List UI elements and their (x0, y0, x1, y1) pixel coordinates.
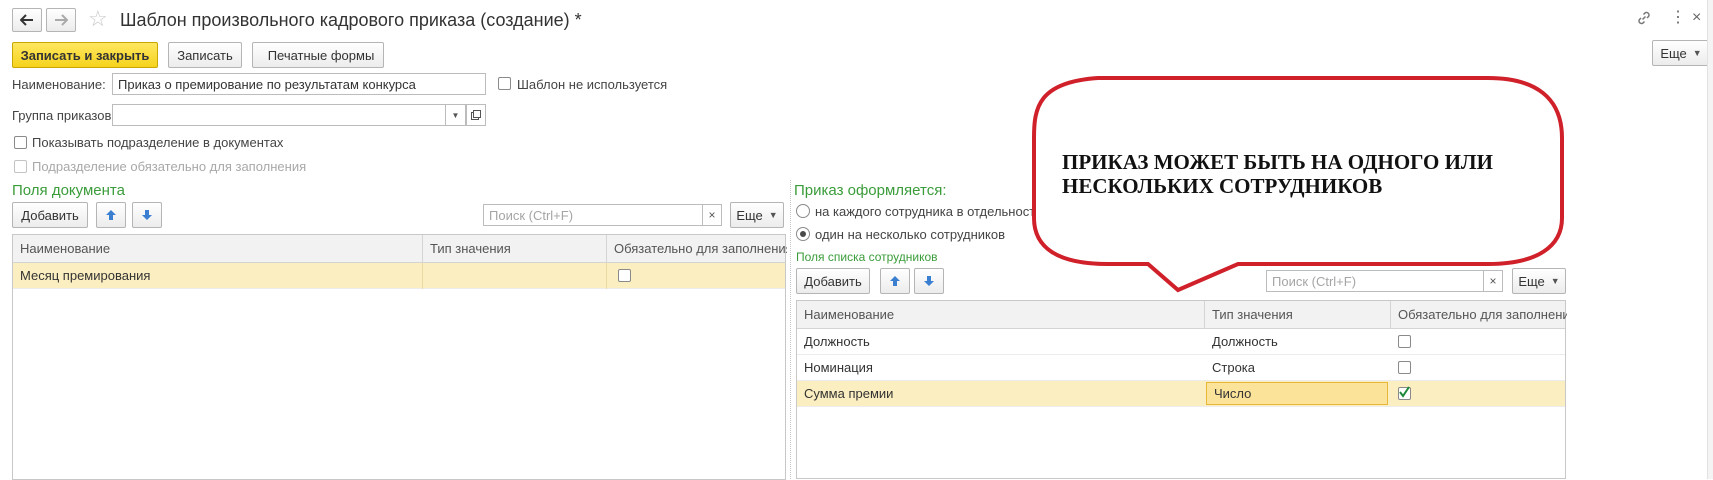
division-required-checkbox (14, 160, 27, 173)
doc-move-down-button[interactable] (132, 202, 162, 228)
arrow-right-icon (55, 14, 68, 26)
caret-down-icon: ▼ (768, 210, 778, 220)
group-field[interactable] (112, 104, 446, 126)
clear-icon: × (708, 208, 716, 222)
doc-add-button[interactable]: Добавить (12, 202, 88, 228)
panel-splitter[interactable] (790, 180, 791, 479)
doc-fields-title: Поля документа (12, 182, 125, 199)
doc-fields-table: Наименование Тип значения Обязательно дл… (12, 234, 787, 480)
row-name: Номинация (804, 360, 873, 375)
row-name: Месяц премирования (13, 263, 423, 289)
row-type-edit[interactable]: Число (1206, 382, 1388, 405)
row-type (423, 263, 607, 289)
show-division-label: Показывать подразделение в документах (32, 135, 284, 150)
callout-text-line1: ПРИКАЗ МОЖЕТ БЫТЬ НА ОДНОГО ИЛИ (1062, 150, 1493, 174)
column-header[interactable]: Обязательно для заполнения (1391, 301, 1567, 329)
row-required-checkbox[interactable] (618, 269, 631, 282)
doc-move-up-button[interactable] (96, 202, 126, 228)
order-mode-multi-label: один на несколько сотрудников (815, 227, 1006, 242)
group-label: Группа приказов: (12, 108, 115, 123)
column-header[interactable]: Обязательно для заполнения (607, 235, 787, 263)
print-forms-label: Печатные формы (267, 47, 375, 63)
arrow-up-icon (106, 210, 116, 220)
open-icon (471, 110, 481, 120)
order-mode-each-label: на каждого сотрудника в отдельности (815, 204, 1043, 219)
row-type: Строка (1212, 360, 1256, 375)
column-header[interactable]: Тип значения (423, 235, 607, 263)
save-button[interactable]: Записать (168, 42, 242, 68)
arrow-left-icon (20, 14, 33, 26)
row-name: Должность (804, 334, 870, 349)
column-header[interactable]: Наименование (13, 235, 423, 263)
emp-fields-title: Поля списка сотрудников (796, 250, 938, 264)
print-forms-button[interactable]: Печатные формы (252, 42, 384, 68)
division-required-label: Подразделение обязательно для заполнения (32, 159, 307, 174)
arrow-down-icon (924, 276, 934, 286)
table-row[interactable]: Сумма премии Число (797, 381, 1565, 407)
group-open-button[interactable] (466, 104, 486, 126)
callout-text-line2: НЕСКОЛЬКИХ СОТРУДНИКОВ (1062, 174, 1383, 198)
table-row[interactable]: Должность Должность (797, 329, 1565, 355)
emp-add-button[interactable]: Добавить (796, 268, 870, 294)
forward-button[interactable] (46, 8, 76, 32)
row-required-checkbox[interactable] (1398, 386, 1411, 400)
caret-down-icon: ▼ (1692, 48, 1702, 58)
doc-more-button[interactable]: Еще ▼ (730, 202, 784, 228)
row-name: Сумма премии (804, 386, 894, 401)
doc-search-input[interactable]: Поиск (Ctrl+F) (483, 204, 703, 226)
order-mode-title: Приказ оформляется: (794, 182, 947, 199)
order-mode-each-radio[interactable] (796, 204, 810, 218)
table-row[interactable]: Номинация Строка (797, 355, 1565, 381)
doc-search-clear-button[interactable]: × (702, 204, 722, 226)
unused-checkbox[interactable] (498, 77, 511, 90)
row-type: Должность (1212, 334, 1278, 349)
column-header[interactable]: Тип значения (1205, 301, 1391, 329)
close-icon[interactable]: × (1692, 8, 1701, 28)
page-title: Шаблон произвольного кадрового приказа (… (120, 10, 582, 30)
more-label: Еще (1660, 45, 1687, 61)
link-icon[interactable] (1636, 10, 1652, 29)
back-button[interactable] (12, 8, 42, 32)
table-header: Наименование Тип значения Обязательно дл… (797, 301, 1567, 329)
emp-move-down-button[interactable] (914, 268, 944, 294)
name-label: Наименование: (12, 77, 106, 92)
menu-dots-icon[interactable]: ⋮ (1670, 8, 1686, 28)
order-mode-multi-radio[interactable] (796, 227, 810, 241)
arrow-up-icon (890, 276, 900, 286)
name-field[interactable]: Приказ о премирование по результатам кон… (112, 73, 486, 95)
save-and-close-button[interactable]: Записать и закрыть (12, 42, 158, 68)
unused-label: Шаблон не используется (517, 77, 668, 92)
arrow-down-icon (142, 210, 152, 220)
group-dropdown-button[interactable]: ▼ (446, 104, 466, 126)
table-header: Наименование Тип значения Обязательно дл… (13, 235, 787, 263)
dropdown-caret-icon: ▼ (451, 110, 460, 120)
emp-move-up-button[interactable] (880, 268, 910, 294)
vertical-scrollbar[interactable] (1707, 0, 1713, 479)
more-button[interactable]: Еще ▼ (1652, 40, 1710, 66)
checkmark-icon (1399, 386, 1410, 398)
show-division-checkbox[interactable] (14, 136, 27, 149)
doc-more-label: Еще (736, 207, 763, 223)
favorite-star-icon[interactable]: ☆ (88, 6, 108, 32)
table-row[interactable]: Месяц премирования (13, 263, 785, 289)
row-required-checkbox[interactable] (1398, 335, 1411, 348)
row-required-checkbox[interactable] (1398, 361, 1411, 374)
emp-fields-table: Наименование Тип значения Обязательно дл… (796, 300, 1567, 479)
column-header[interactable]: Наименование (797, 301, 1205, 329)
